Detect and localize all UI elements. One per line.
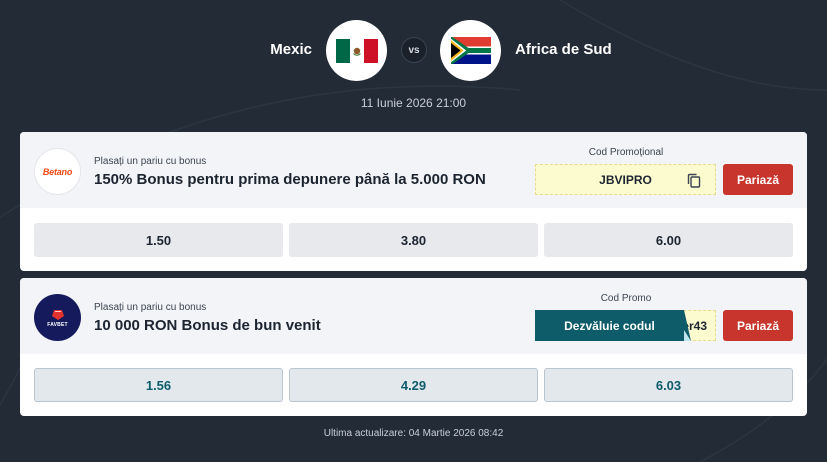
reveal-code-widget[interactable]: fer43 Dezvăluie codul	[535, 310, 716, 341]
bet-button[interactable]: Pariază	[723, 164, 793, 195]
peel-corner-icon	[675, 310, 691, 341]
last-updated-text: Ultima actualizare: 04 Martie 2026 08:42	[323, 428, 504, 439]
promo-code-value: JBVIPRO	[599, 172, 652, 187]
home-team-name: Mexic	[270, 41, 312, 58]
promo-code-box[interactable]: JBVIPRO	[535, 164, 716, 195]
odd-home-button[interactable]: 1.56	[34, 368, 283, 402]
south-africa-flag-icon	[440, 20, 501, 81]
mexico-flag-icon	[326, 20, 387, 81]
odd-away-button[interactable]: 6.00	[544, 223, 793, 257]
offer-card-betano: Betano Plasați un pariu cu bonus 150% Bo…	[20, 132, 807, 271]
reveal-code-button[interactable]: Dezvăluie codul	[535, 310, 684, 341]
offer-subtitle: Plasați un pariu cu bonus	[94, 302, 207, 313]
promo-code-label: Cod Promo	[600, 293, 652, 304]
bet-button[interactable]: Pariază	[723, 310, 793, 341]
odd-away-button[interactable]: 6.03	[544, 368, 793, 402]
offer-header: Betano Plasați un pariu cu bonus 150% Bo…	[20, 132, 807, 208]
promo-code-label: Cod Promoțional	[588, 147, 664, 158]
offer-header: FAVBET Plasați un pariu cu bonus 10 000 …	[20, 278, 807, 354]
offer-title: 150% Bonus pentru prima depunere până la…	[94, 171, 486, 188]
odds-row: 1.56 4.29 6.03	[34, 368, 794, 402]
odd-draw-button[interactable]: 4.29	[289, 368, 538, 402]
vs-badge: vs	[401, 37, 427, 63]
odds-row: 1.50 3.80 6.00	[34, 223, 794, 257]
offer-card-favbet: FAVBET Plasați un pariu cu bonus 10 000 …	[20, 278, 807, 416]
match-date: 11 Iunie 2026 21:00	[360, 96, 467, 110]
offer-title: 10 000 RON Bonus de bun venit	[94, 317, 321, 334]
match-header: Mexic vs Africa de Sud 11 Iunie 2026 21:…	[0, 0, 827, 130]
copy-icon[interactable]	[687, 173, 701, 188]
favbet-logo[interactable]: FAVBET	[34, 294, 81, 341]
odd-draw-button[interactable]: 3.80	[289, 223, 538, 257]
away-team-name: Africa de Sud	[515, 41, 612, 58]
betano-logo[interactable]: Betano	[34, 148, 81, 195]
offer-subtitle: Plasați un pariu cu bonus	[94, 156, 207, 167]
odd-home-button[interactable]: 1.50	[34, 223, 283, 257]
